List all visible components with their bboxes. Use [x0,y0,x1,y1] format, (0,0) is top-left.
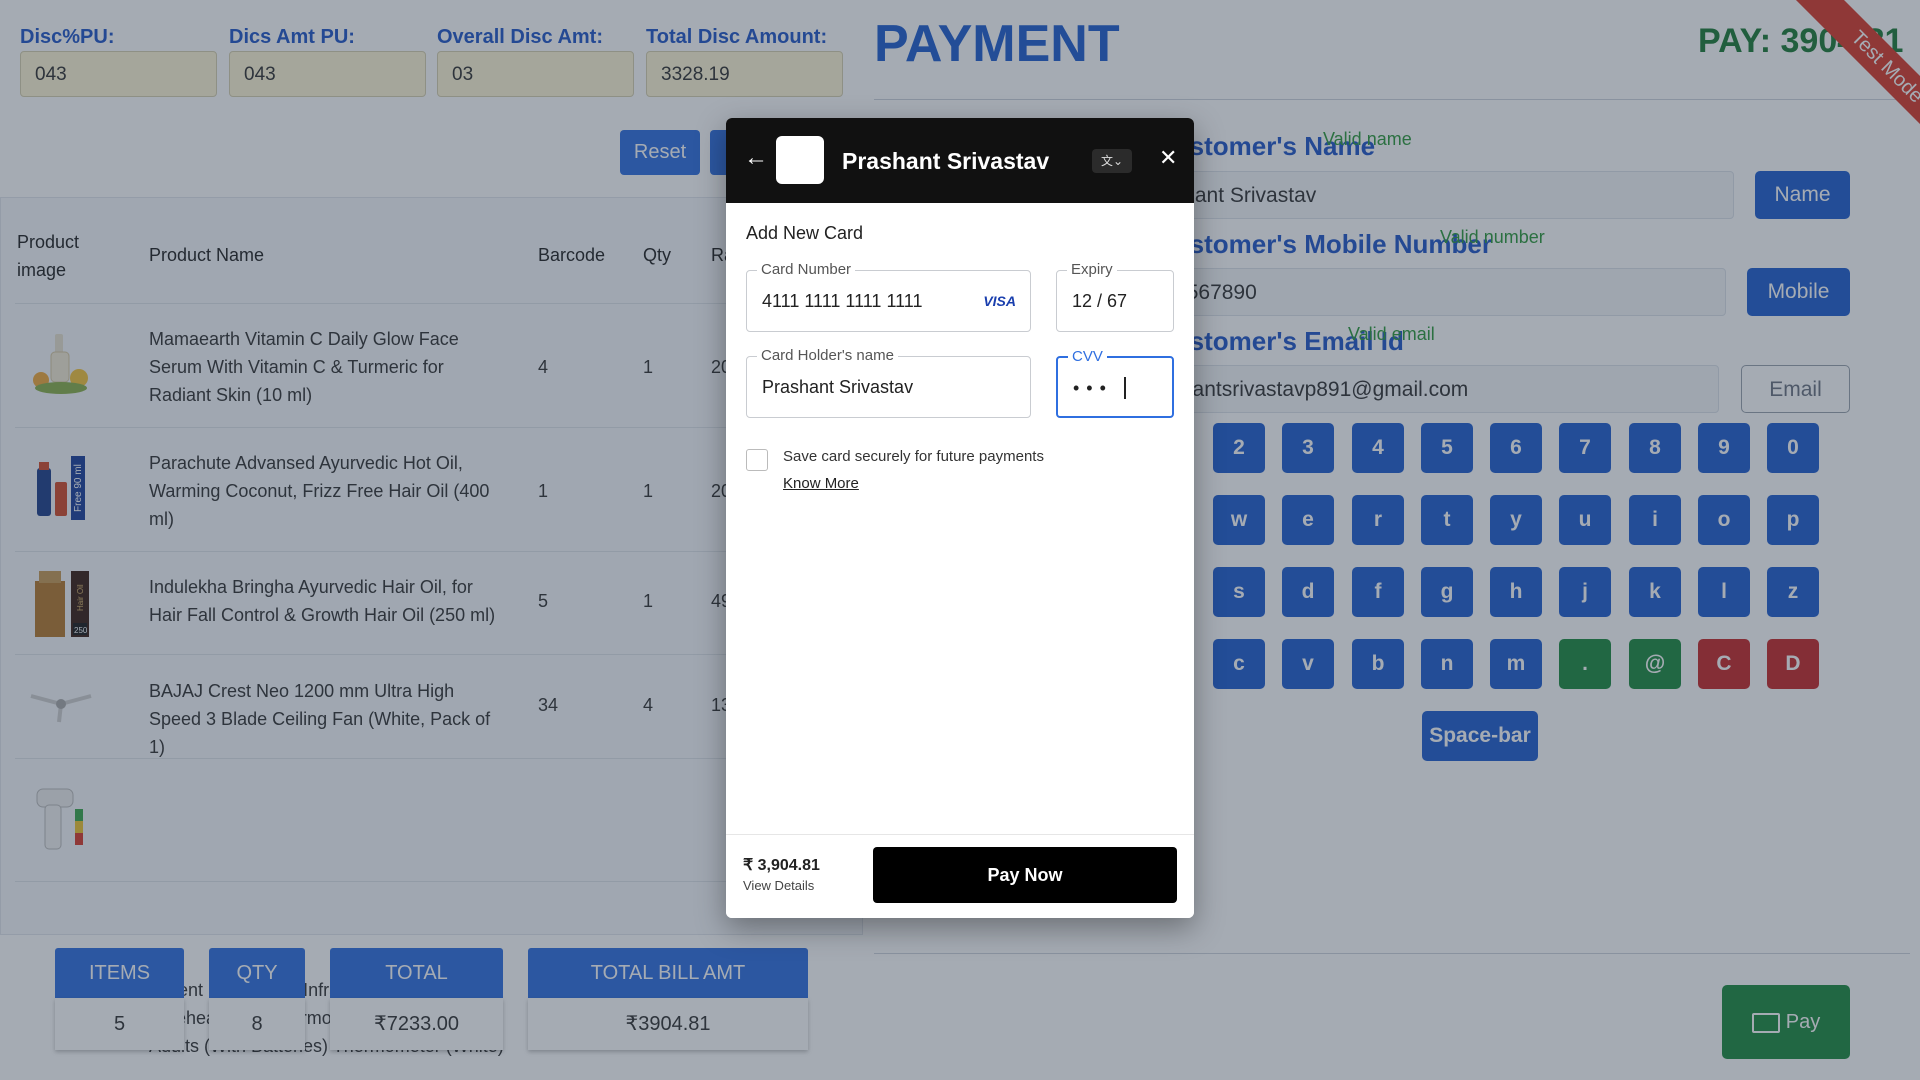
merchant-name: Prashant Srivastav [842,148,1050,174]
visa-icon: VISA [983,293,1016,309]
card-number-value: 4111 1111 1111 1111 [762,291,923,311]
card-holder-field[interactable]: Card Holder's name Prashant Srivastav [746,347,1031,418]
translate-icon[interactable]: 文⌄ [1092,149,1132,173]
cvv-value: • • • [1073,378,1107,398]
text-cursor [1124,377,1126,399]
payment-modal: ← Prashant Srivastav 文⌄ ✕ Add New Card C… [726,118,1194,918]
cvv-field[interactable]: CVV • • • [1056,348,1174,418]
save-card-text: Save card securely for future payments [783,448,1044,465]
save-card-checkbox[interactable] [746,449,768,471]
expiry-value: 12 / 67 [1072,291,1128,311]
modal-footer: ₹ 3,904.81 View Details Pay Now [726,834,1194,918]
know-more-link[interactable]: Know More [783,475,859,492]
close-icon[interactable]: ✕ [1159,145,1177,171]
back-arrow-icon[interactable]: ← [744,144,768,172]
expiry-field[interactable]: Expiry 12 / 67 [1056,261,1174,332]
merchant-logo [776,136,824,184]
footer-amount: ₹ 3,904.81 [743,857,820,874]
pay-now-button[interactable]: Pay Now [873,847,1177,903]
card-holder-value: Prashant Srivastav [762,377,914,397]
modal-header: ← Prashant Srivastav 文⌄ ✕ [726,118,1194,203]
add-new-card-title: Add New Card [746,223,864,243]
card-number-field[interactable]: Card Number 4111 1111 1111 1111 VISA [746,261,1031,332]
view-details-link[interactable]: View Details [743,878,814,893]
